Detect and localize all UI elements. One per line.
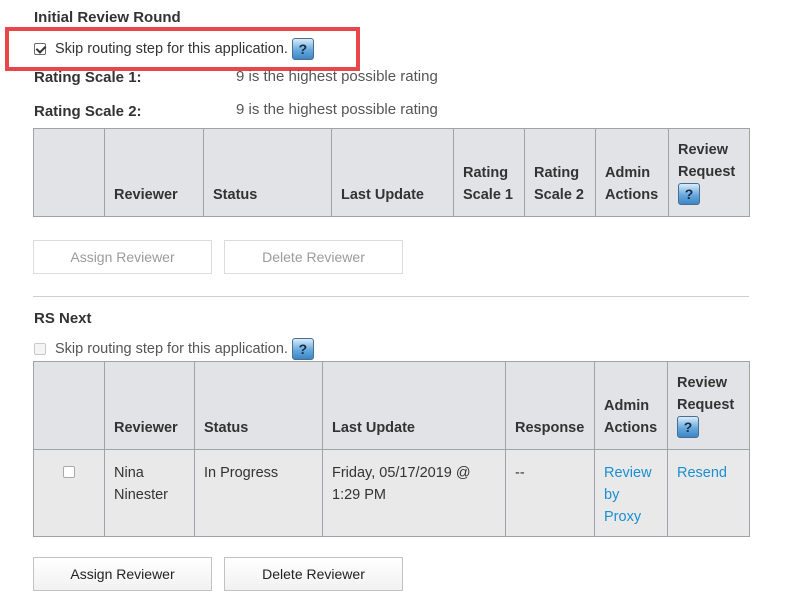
- col-admin-actions: Admin Actions: [594, 361, 668, 450]
- rs-next-title: RS Next: [34, 310, 92, 327]
- row-select-cell: [33, 449, 105, 537]
- col-status: Status: [194, 361, 323, 450]
- row-review-request-cell: Resend: [667, 449, 750, 537]
- rating-scale-1-value: 9 is the highest possible rating: [236, 68, 438, 85]
- col-status: Status: [203, 128, 332, 217]
- rs-next-assign-reviewer-button[interactable]: Assign Reviewer: [33, 557, 212, 591]
- rs-next-skip-label: Skip routing step for this application.: [55, 341, 288, 357]
- initial-skip-label: Skip routing step for this application.: [55, 41, 288, 57]
- col-reviewer: Reviewer: [104, 128, 204, 217]
- col-rating-scale-2: Rating Scale 2: [524, 128, 596, 217]
- rating-scale-1-label: Rating Scale 1:: [34, 69, 142, 86]
- initial-delete-reviewer-button[interactable]: Delete Reviewer: [224, 240, 403, 274]
- initial-table-header: Reviewer Status Last Update Rating Scale…: [33, 128, 750, 217]
- col-last-update: Last Update: [331, 128, 454, 217]
- review-request-help-icon[interactable]: ?: [677, 416, 699, 438]
- rs-next-skip-row: Skip routing step for this application. …: [34, 338, 314, 360]
- row-status: In Progress: [194, 449, 323, 537]
- section-divider: [33, 296, 749, 297]
- initial-help-icon[interactable]: ?: [291, 38, 314, 60]
- rs-next-table-header: Reviewer Status Last Update Response Adm…: [33, 361, 750, 450]
- row-reviewer: Nina Ninester: [104, 449, 195, 537]
- initial-skip-row: Skip routing step for this application. …: [34, 38, 314, 60]
- col-review-request: Review Request ?: [667, 361, 750, 450]
- col-review-request-label: Review Request: [677, 375, 735, 413]
- col-rating-scale-1: Rating Scale 1: [453, 128, 525, 217]
- initial-round-title: Initial Review Round: [34, 9, 181, 26]
- review-by-proxy-link[interactable]: Review by Proxy: [604, 465, 652, 525]
- col-select: [33, 128, 105, 217]
- review-request-help-icon[interactable]: ?: [678, 183, 700, 205]
- row-admin-action-cell: Review by Proxy: [594, 449, 668, 537]
- resend-link[interactable]: Resend: [677, 465, 727, 481]
- col-review-request: Review Request ?: [668, 128, 750, 217]
- row-last-update: Friday, 05/17/2019 @ 1:29 PM: [322, 449, 506, 537]
- col-select: [33, 361, 105, 450]
- col-response: Response: [505, 361, 595, 450]
- initial-reviewers-table: Reviewer Status Last Update Rating Scale…: [33, 128, 750, 217]
- initial-assign-reviewer-button[interactable]: Assign Reviewer: [33, 240, 212, 274]
- col-review-request-label: Review Request: [678, 142, 736, 180]
- rs-next-skip-checkbox[interactable]: [34, 343, 46, 355]
- col-admin-actions: Admin Actions: [595, 128, 669, 217]
- table-row: Nina Ninester In Progress Friday, 05/17/…: [33, 449, 750, 537]
- row-response: --: [505, 449, 595, 537]
- col-last-update: Last Update: [322, 361, 506, 450]
- rating-scale-2-value: 9 is the highest possible rating: [236, 101, 438, 118]
- rs-next-help-icon[interactable]: ?: [291, 338, 314, 360]
- rs-next-reviewers-table: Reviewer Status Last Update Response Adm…: [33, 361, 750, 537]
- rating-scale-2-label: Rating Scale 2:: [34, 103, 142, 120]
- row-select-checkbox[interactable]: [63, 466, 75, 478]
- rs-next-delete-reviewer-button[interactable]: Delete Reviewer: [224, 557, 403, 591]
- col-reviewer: Reviewer: [104, 361, 195, 450]
- initial-skip-checkbox[interactable]: [34, 43, 46, 55]
